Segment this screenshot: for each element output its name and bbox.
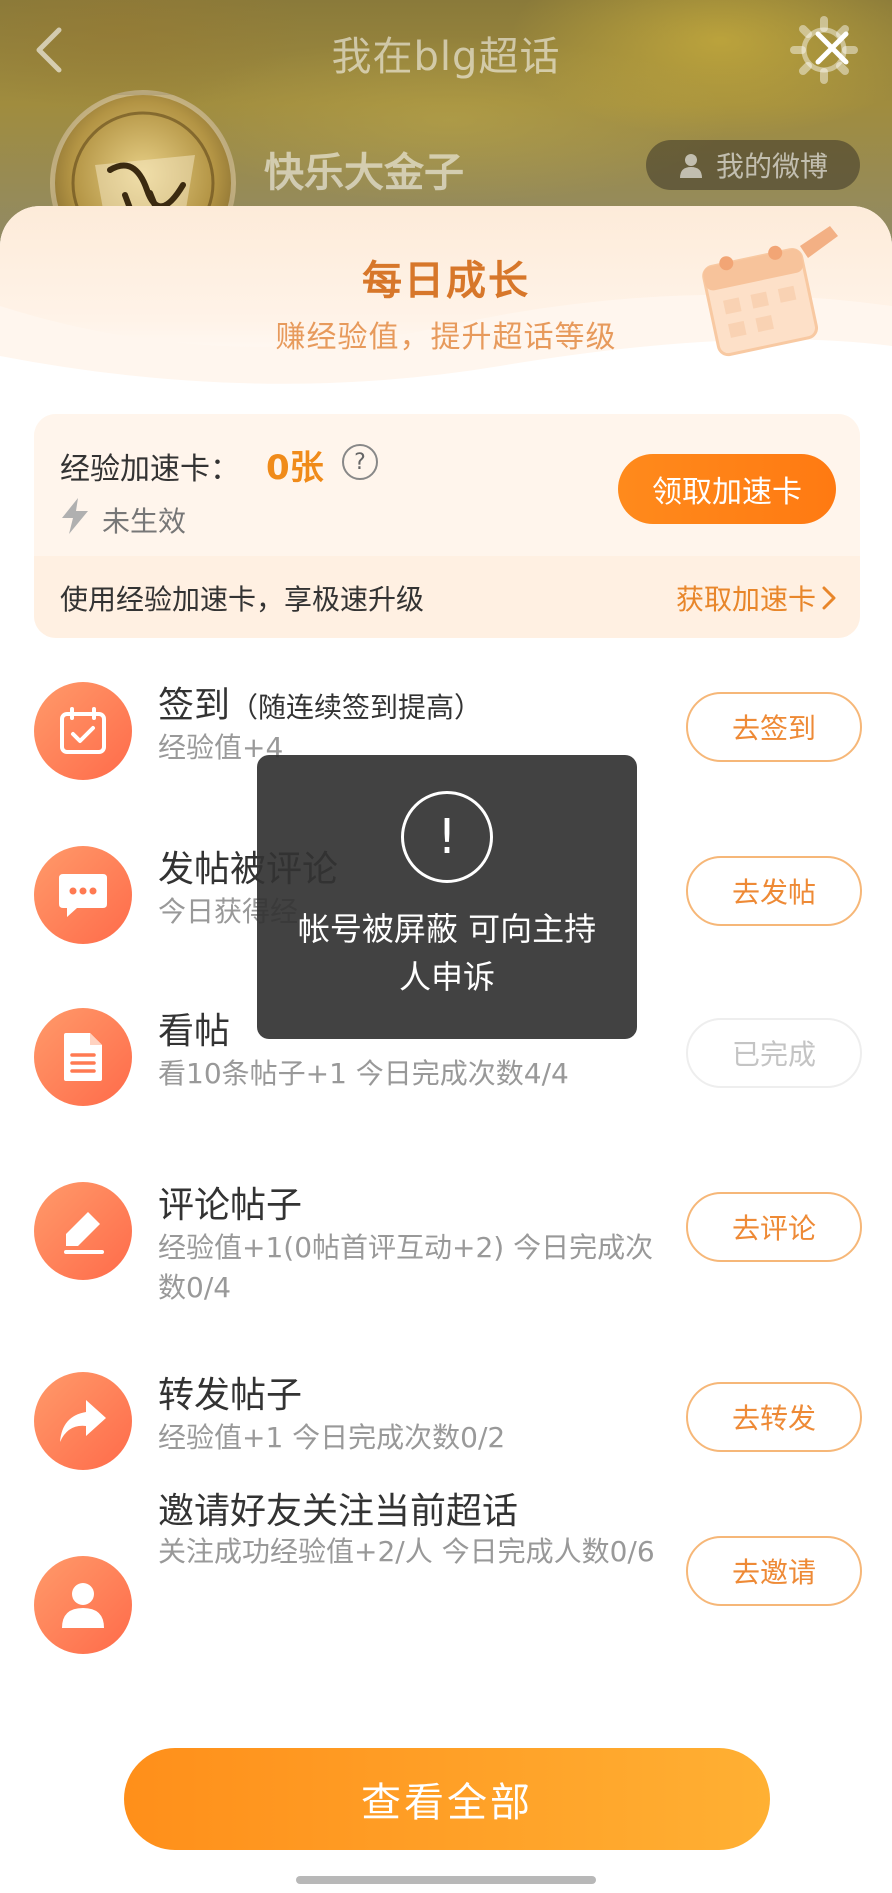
toast-message: 帐号被屏蔽 可向主持人申诉 [297, 910, 597, 996]
accel-card-footer: 使用经验加速卡，享极速升级 获取加速卡 [34, 556, 860, 638]
sign-in-button[interactable]: 去签到 [686, 692, 862, 762]
view-all-button[interactable]: 查看全部 [124, 1748, 770, 1850]
task-title: 评论帖子 [158, 1185, 303, 1226]
task-description: 经验值+1(0帖首评互动+2) 今日完成次数0/4 [158, 1231, 654, 1304]
home-indicator[interactable] [296, 1876, 596, 1884]
task-title: 签到（随连续签到提高） [158, 676, 482, 728]
chat-bubble-icon [59, 874, 107, 917]
task-title: 看帖 [158, 1011, 231, 1052]
user-icon [62, 1583, 104, 1628]
document-icon [64, 1033, 102, 1081]
my-weibo-label: 我的微博 [715, 150, 828, 183]
task-title-text: 签到 [158, 685, 231, 726]
repost-button[interactable]: 去转发 [686, 1382, 862, 1452]
comment-button[interactable]: 去评论 [686, 1192, 862, 1262]
task-title: 转发帖子 [158, 1375, 303, 1416]
chevron-right-icon [822, 586, 836, 610]
my-weibo-button[interactable]: 我的微博 [646, 140, 860, 190]
toast: ! 帐号被屏蔽 可向主持人申诉 [257, 755, 637, 1039]
get-accel-card-button[interactable]: 领取加速卡 [618, 454, 836, 524]
task-icon-bg [34, 1556, 132, 1654]
get-accel-card-link[interactable]: 获取加速卡 [676, 578, 836, 618]
calendar-decoration-icon [702, 226, 838, 357]
accel-card-top: 经验加速卡： 0张 ? 未生效 领取加速卡 [34, 414, 860, 556]
profile-name: 快乐大金子 [264, 150, 464, 196]
accel-label: 经验加速卡： [60, 452, 240, 487]
lightning-icon [62, 498, 88, 534]
nav-bar: 我在blg超话 [0, 0, 892, 100]
invite-button[interactable]: 去邀请 [686, 1536, 862, 1606]
accel-card: 经验加速卡： 0张 ? 未生效 领取加速卡 使用经验加速卡，享极速升级 获取加速… [34, 414, 860, 638]
task-description: 看10条帖子+1 今日完成次数4/4 [158, 1057, 569, 1090]
task-description: 经验值+1 今日完成次数0/2 [158, 1421, 506, 1454]
close-icon [815, 31, 849, 65]
accel-count: 0张 [266, 448, 324, 488]
share-arrow-icon [60, 1400, 106, 1442]
exclamation-icon: ! [401, 791, 493, 883]
completed-button: 已完成 [686, 1018, 862, 1088]
help-icon[interactable]: ? [342, 444, 378, 480]
task-icon-bg [34, 1372, 132, 1470]
task-icon-bg [34, 682, 132, 780]
post-button[interactable]: 去发帖 [686, 856, 862, 926]
task-icon-bg [34, 1008, 132, 1106]
task-icon-bg [34, 1182, 132, 1280]
accel-status: 未生效 [102, 505, 187, 538]
task-title: 邀请好友关注当前超话 [158, 1491, 519, 1532]
task-title-note: （随连续签到提高） [230, 691, 483, 724]
task-icon-bg [34, 846, 132, 944]
get-accel-card-link-label: 获取加速卡 [675, 583, 816, 616]
accel-description: 使用经验加速卡，享极速升级 [60, 583, 425, 616]
close-button[interactable] [802, 18, 862, 78]
calendar-check-icon [60, 707, 106, 754]
page-title: 我在blg超话 [331, 34, 561, 80]
user-icon [679, 154, 702, 178]
task-description: 关注成功经验值+2/人 今日完成人数0/6 [158, 1535, 655, 1568]
pencil-icon [64, 1212, 104, 1254]
daily-growth-sheet: 每日成长 赚经验值，提升超话等级 经验加速卡： 0张 ? 未生效 领取加速卡 使… [0, 206, 892, 1893]
